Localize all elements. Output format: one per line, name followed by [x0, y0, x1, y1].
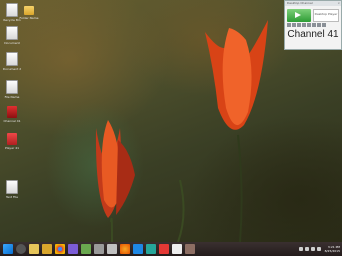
s-app-icon[interactable] [159, 244, 169, 254]
file-explorer-icon[interactable] [29, 244, 39, 254]
doc-icon [6, 26, 18, 40]
icon-label: Document [4, 41, 20, 45]
document-icon[interactable] [172, 244, 182, 254]
left-tulip [95, 120, 135, 242]
network-icon[interactable] [146, 244, 156, 254]
folder-icon[interactable] [42, 244, 52, 254]
tool-icon[interactable] [297, 23, 301, 27]
media-icon[interactable] [68, 244, 78, 254]
folder-icon[interactable]: Folder Name [18, 3, 40, 20]
play-icon [295, 12, 301, 18]
app-icon[interactable] [94, 244, 104, 254]
folder-glyph-icon [24, 6, 34, 15]
tool-icon[interactable] [287, 23, 291, 27]
network-tray-icon[interactable] [304, 247, 309, 251]
document-icon[interactable]: File Name [1, 80, 23, 99]
chrome-icon[interactable] [55, 244, 65, 254]
show-hidden-icon[interactable] [298, 247, 303, 251]
widget-body: Desktop Player [285, 6, 341, 22]
clock[interactable]: 3:21 PM 8/25/2015 [325, 245, 340, 253]
document-icon[interactable]: Document [1, 26, 23, 45]
widget-title: Desktop Channel [287, 1, 313, 5]
icon-label: Document 2 [2, 67, 22, 71]
volume-icon[interactable] [310, 247, 315, 251]
player-box[interactable]: Desktop Player [313, 9, 339, 22]
icon-label: Channel 41 [3, 119, 21, 123]
channel-app-icon[interactable]: Channel 41 [1, 106, 23, 123]
start-icon[interactable] [3, 244, 13, 254]
leaf [177, 179, 185, 242]
tool-icon[interactable] [292, 23, 296, 27]
clock-date: 8/25/2015 [324, 249, 340, 253]
tool-icon[interactable] [317, 23, 321, 27]
search-icon[interactable] [16, 244, 26, 254]
tool-icon[interactable] [322, 23, 326, 27]
text-file-icon[interactable]: Text File [1, 180, 23, 199]
document-icon[interactable]: Document 2 [1, 52, 23, 71]
tool-icon[interactable] [302, 23, 306, 27]
icon-label: Text File [5, 195, 19, 199]
store-icon[interactable] [81, 244, 91, 254]
bin-icon [6, 3, 18, 17]
camera-icon[interactable] [185, 244, 195, 254]
channel-label: Channel 41 [287, 29, 339, 40]
tool-icon[interactable] [312, 23, 316, 27]
channel-widget[interactable]: Desktop Channel × Desktop Player Channel… [284, 0, 342, 50]
icon-label: File Name [4, 95, 20, 99]
edge-icon[interactable] [133, 244, 143, 254]
player-box-text: Desktop Player [314, 12, 338, 16]
notification-icon[interactable] [316, 247, 321, 251]
red-app-icon [7, 133, 17, 145]
desktop: Recycle Bin Folder Name Document Documen… [0, 0, 342, 242]
widget-toolbar [285, 22, 341, 28]
system-tray: 3:21 PM 8/25/2015 [298, 242, 340, 256]
play-button[interactable] [287, 9, 311, 22]
taskbar: 3:21 PM 8/25/2015 [0, 242, 342, 256]
red-app-icon [7, 106, 17, 118]
settings-icon[interactable] [107, 244, 117, 254]
doc-icon [6, 180, 18, 194]
right-tulip [205, 20, 268, 242]
player-app-icon[interactable]: Player 41 [1, 133, 23, 150]
doc-icon [6, 80, 18, 94]
doc-icon [6, 52, 18, 66]
icon-label: Folder Name [19, 16, 39, 20]
tool-icon[interactable] [307, 23, 311, 27]
icon-label: Player 41 [4, 146, 20, 150]
firefox-icon[interactable] [120, 244, 130, 254]
